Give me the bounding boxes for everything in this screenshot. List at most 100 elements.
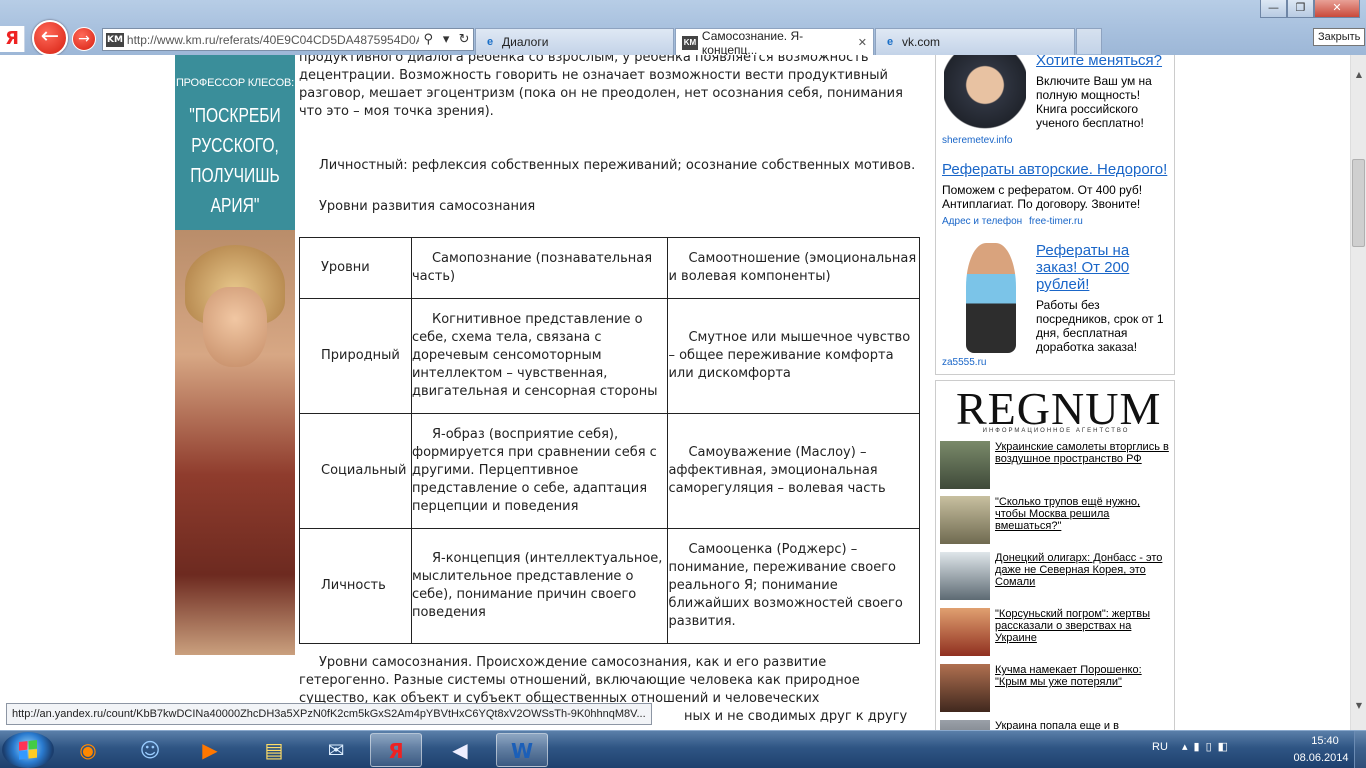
regnum-subtitle: ИНФОРМАЦИОННОЕ АГЕНТСТВО [982, 428, 1130, 434]
news-headline[interactable]: Украина попала еще и в [995, 720, 1173, 730]
vertical-scrollbar[interactable]: ▲ ▼ [1350, 55, 1366, 730]
tab-close-icon[interactable]: ✕ [858, 36, 867, 49]
news-item[interactable]: "Сколько трупов ещё нужно, чтобы Москва … [940, 496, 1172, 546]
news-item[interactable]: "Корсуньский погром": жертвы рассказали … [940, 608, 1172, 658]
forward-button[interactable]: → [72, 27, 96, 51]
news-headline[interactable]: Кучма намекает Порошенко: "Крым мы уже п… [995, 664, 1173, 688]
dropdown-icon[interactable]: ▾ [437, 32, 455, 47]
banner-hero-face [203, 287, 267, 367]
news-thumbnail[interactable] [940, 552, 990, 600]
windows-taskbar: ◉ ☺ ▶ ▤ ✉ Я ◀ W RU ▴▮▯◧ 15:40 08.06.2014 [0, 730, 1366, 768]
regnum-logo[interactable]: REGNUM [956, 386, 1160, 432]
windows-logo-icon [19, 740, 37, 760]
article-text-tail: ных и не сводимых друг к другу [684, 709, 908, 724]
banner-quote-line: АРИЯ" [210, 195, 260, 217]
news-thumbnail[interactable] [940, 664, 990, 712]
article-paragraph: Личностный: рефлексия собственных пережи… [319, 158, 916, 173]
news-headline[interactable]: Донецкий олигарх: Донбасс - это даже не … [995, 552, 1173, 588]
table-row: Природный Когнитивное представление о се… [299, 298, 920, 414]
ad-photo-man[interactable] [944, 55, 1026, 130]
ad-title-link[interactable]: Хотите меняться? [1036, 55, 1162, 69]
scroll-thumb[interactable] [1352, 159, 1365, 247]
table-cell: Социальный [299, 413, 412, 529]
km-site-icon: KM [106, 32, 124, 47]
news-thumbnail[interactable] [940, 496, 990, 544]
tab-vk[interactable]: e vk.com [875, 28, 1075, 55]
scroll-down-arrow-icon[interactable]: ▼ [1351, 698, 1366, 714]
address-bar[interactable]: KM http://www.km.ru/referats/40E9C04CD5D… [102, 28, 474, 51]
start-button[interactable] [2, 732, 54, 768]
clock-time[interactable]: 15:40 [1300, 735, 1350, 747]
table-header-cell: Уровни [299, 237, 412, 299]
mail-icon[interactable]: ✉ [310, 733, 362, 767]
news-thumbnail[interactable] [940, 441, 990, 489]
word-icon[interactable]: W [496, 733, 548, 767]
refresh-icon[interactable]: ↻ [455, 32, 473, 47]
media-player-icon[interactable]: ▶ [184, 733, 236, 767]
banner-quote-line: РУССКОГО, [191, 135, 279, 157]
news-headline[interactable]: "Корсуньский погром": жертвы рассказали … [995, 608, 1173, 644]
news-item[interactable]: Донецкий олигарх: Донбасс - это даже не … [940, 552, 1172, 602]
ad-source-link[interactable]: za5555.ru [942, 357, 986, 368]
table-cell: Я-образ (восприятие себя), формируется п… [410, 413, 669, 529]
banner-quote: "ПОСКРЕБИ РУССКОГО, ПОЛУЧИШЬ АРИЯ" [188, 101, 282, 221]
ad-title-link[interactable]: Рефераты авторские. Недорого! [942, 161, 1167, 178]
km-icon: KM [682, 35, 698, 50]
table-header-cell: Самоотношение (эмоциональная и волевая к… [667, 237, 920, 299]
clock-date[interactable]: 08.06.2014 [1290, 752, 1352, 764]
ad-photo-schoolboy[interactable] [966, 243, 1016, 353]
search-icon[interactable]: ⚲ [419, 32, 437, 47]
ad-title-link[interactable]: Рефераты на заказ! От 200 рублей! [1036, 242, 1129, 293]
system-tray: RU ▴▮▯◧ 15:40 08.06.2014 [1140, 731, 1366, 768]
tab-dialogs[interactable]: e Диалоги [475, 28, 674, 55]
tab-title: vk.com [902, 35, 941, 49]
tab-title: Самосознание. Я-концепц... [701, 28, 804, 57]
ie-icon: e [486, 36, 494, 48]
banner-quote-line: "ПОСКРЕБИ [189, 105, 281, 127]
news-item[interactable]: Украина попала еще и в [940, 720, 1172, 730]
ad-title-link[interactable]: Рефераты на заказ! От 200 рублей! [1036, 242, 1171, 293]
ad-source-link[interactable]: free-timer.ru [1029, 216, 1083, 227]
ad-title-link[interactable]: Хотите меняться? [1036, 55, 1162, 69]
ad-source-link[interactable]: Адрес и телефон free-timer.ru [942, 216, 1083, 227]
scroll-up-arrow-icon[interactable]: ▲ [1351, 67, 1366, 83]
table-cell: Самооценка (Роджерс) – понимание, пережи… [667, 528, 920, 644]
contacts-icon[interactable]: ☺ [124, 733, 176, 767]
banner-quote-line: ПОЛУЧИШЬ [190, 165, 280, 187]
language-indicator[interactable]: RU [1152, 741, 1168, 753]
table-cell: Личность [299, 528, 412, 644]
close-window-button[interactable]: ✕ [1314, 0, 1360, 18]
show-desktop-button[interactable] [1354, 731, 1366, 768]
back-button[interactable]: ← [32, 20, 68, 56]
tab-samosoznanie[interactable]: KM Самосознание. Я-концепц... ✕ [675, 28, 874, 57]
explorer-folder-icon[interactable]: ▤ [248, 733, 300, 767]
maximize-button[interactable]: ❐ [1287, 0, 1314, 18]
table-header-cell: Самопознание (познавательная часть) [410, 237, 669, 299]
table-cell: Природный [299, 298, 412, 414]
news-thumbnail[interactable] [940, 720, 990, 730]
yandex-logo[interactable]: Я [0, 26, 25, 52]
ad-address-link[interactable]: Адрес и телефон [942, 216, 1022, 227]
ad-title-link[interactable]: Рефераты авторские. Недорого! [942, 161, 1167, 178]
firefox-icon[interactable]: ◉ [62, 733, 114, 767]
news-item[interactable]: Кучма намекает Порошенко: "Крым мы уже п… [940, 664, 1172, 714]
table-header-row: Уровни Самопознание (познавательная част… [299, 237, 920, 299]
table-row: Социальный Я-образ (восприятие себя), фо… [299, 413, 920, 529]
address-text[interactable]: http://www.km.ru/referats/40E9C04CD5DA48… [127, 33, 419, 47]
article-paragraph: продуктивного диалога ребенка со взрослы… [299, 55, 903, 119]
yandex-browser-taskbar-icon[interactable]: Я [370, 733, 422, 767]
ad-source-link[interactable]: sheremetev.info [942, 135, 1012, 146]
window-controls: — ❐ ✕ [1260, 0, 1360, 18]
news-item[interactable]: Украинские самолеты вторглись в воздушно… [940, 441, 1172, 491]
article-paragraph: Уровни развития самосознания [319, 199, 536, 214]
page-viewport: ПРОФЕССОР КЛЕСОВ: "ПОСКРЕБИ РУССКОГО, ПО… [0, 55, 1350, 730]
news-headline[interactable]: "Сколько трупов ещё нужно, чтобы Москва … [995, 496, 1173, 532]
news-headline[interactable]: Украинские самолеты вторглись в воздушно… [995, 441, 1173, 465]
minimize-button[interactable]: — [1260, 0, 1287, 18]
ad-text: Работы без посредников, срок от 1 дня, б… [1036, 298, 1164, 354]
new-tab-button[interactable] [1076, 28, 1102, 54]
ad-banner-klesov[interactable]: ПРОФЕССОР КЛЕСОВ: "ПОСКРЕБИ РУССКОГО, ПО… [175, 55, 295, 655]
tray-icons[interactable]: ▴▮▯◧ [1182, 740, 1254, 753]
volume-mixer-icon[interactable]: ◀ [434, 733, 486, 767]
news-thumbnail[interactable] [940, 608, 990, 656]
